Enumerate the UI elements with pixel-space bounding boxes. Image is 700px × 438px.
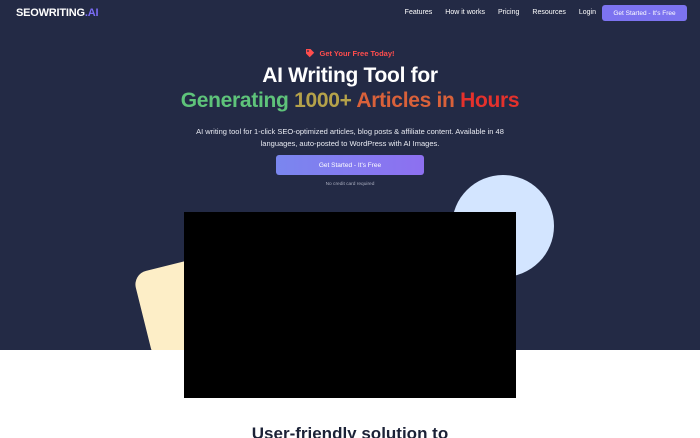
nav-link-features[interactable]: Features bbox=[405, 9, 433, 16]
hero-title-line2: Generating 1000+ Articles in Hours bbox=[0, 89, 700, 113]
hero-get-started-button[interactable]: Get Started - It's Free bbox=[276, 155, 424, 175]
no-credit-card-note: No credit card required bbox=[325, 182, 375, 187]
nav-links: Features How it works Pricing Resources … bbox=[405, 9, 596, 16]
hero-subtitle: AI writing tool for 1-click SEO-optimize… bbox=[196, 127, 504, 148]
logo[interactable]: SEOWRITING.AI bbox=[16, 7, 99, 19]
top-nav: SEOWRITING.AI Features How it works Pric… bbox=[0, 0, 700, 27]
nav-link-resources[interactable]: Resources bbox=[532, 9, 565, 16]
hero-title-line1: AI Writing Tool for bbox=[262, 64, 438, 87]
section-title: User-friendly solution to bbox=[251, 424, 449, 438]
nav-link-how-it-works[interactable]: How it works bbox=[445, 9, 485, 16]
free-badge: Get Your Free Today! bbox=[0, 48, 700, 58]
title-word-articles: Articles in bbox=[356, 89, 455, 112]
logo-main-text: SEOWRITING bbox=[16, 7, 85, 19]
nav-get-started-button[interactable]: Get Started - It's Free bbox=[602, 5, 687, 21]
title-word-number: 1000+ bbox=[294, 89, 352, 112]
title-word-generating: Generating bbox=[180, 89, 289, 112]
nav-link-pricing[interactable]: Pricing bbox=[498, 9, 519, 16]
video-player[interactable] bbox=[184, 212, 516, 398]
title-word-hours: Hours bbox=[460, 89, 520, 112]
logo-accent-text: .AI bbox=[84, 7, 99, 19]
badge-text: Get Your Free Today! bbox=[319, 48, 395, 58]
nav-link-login[interactable]: Login bbox=[579, 9, 596, 16]
tag-icon bbox=[306, 49, 315, 58]
